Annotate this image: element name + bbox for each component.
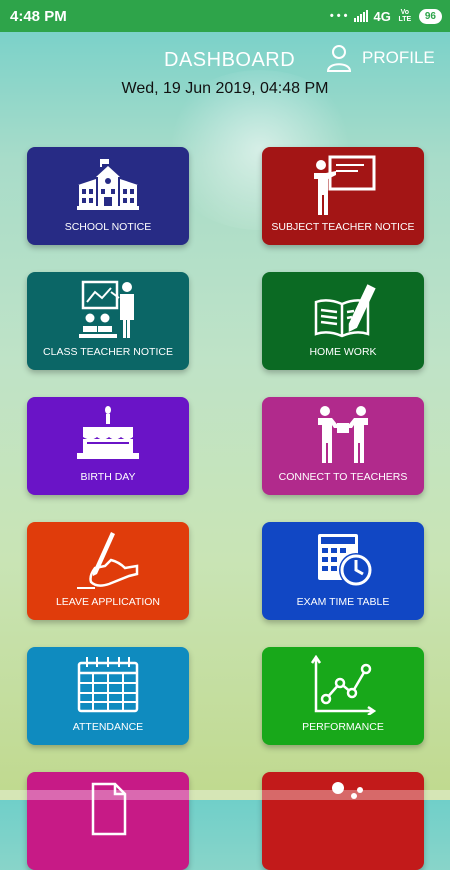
- tile-label: ATTENDANCE: [72, 721, 144, 733]
- person-icon: [332, 782, 363, 799]
- handshake-people-icon: [318, 406, 368, 463]
- school-icon: [77, 159, 139, 210]
- class-presentation-icon: [79, 280, 134, 338]
- user-icon: [326, 45, 352, 72]
- writing-hand-icon: [77, 532, 139, 589]
- current-datetime: Wed, 19 Jun 2019, 04:48 PM: [121, 80, 329, 97]
- tile-school-notice[interactable]: SCHOOL NOTICE: [27, 147, 189, 245]
- tile-exam-time-table[interactable]: EXAM TIME TABLE: [262, 522, 424, 620]
- tile-birth-day[interactable]: BIRTH DAY: [27, 397, 189, 495]
- tile-document[interactable]: [27, 772, 189, 870]
- calendar-icon: [77, 657, 139, 713]
- page-title: DASHBOARD: [164, 49, 296, 71]
- tile-label: PERFORMANCE: [302, 721, 384, 733]
- document-icon: [91, 782, 127, 836]
- volte-indicator: Vo LTE: [398, 9, 412, 23]
- tile-label: BIRTH DAY: [80, 471, 136, 483]
- status-time: 4:48 PM: [10, 7, 67, 25]
- tile-leave-application[interactable]: LEAVE APPLICATION: [27, 522, 189, 620]
- tile-connect-to-teachers[interactable]: CONNECT TO TEACHERS: [262, 397, 424, 495]
- status-dots: • • •: [329, 10, 348, 22]
- profile-button[interactable]: PROFILE: [326, 44, 435, 72]
- tile-person[interactable]: [262, 772, 424, 870]
- battery-icon: 96: [418, 8, 442, 24]
- bottom-overlay: [0, 790, 450, 800]
- tile-label: EXAM TIME TABLE: [296, 596, 390, 608]
- tile-home-work[interactable]: HOME WORK: [262, 272, 424, 370]
- status-indicators: • • • 4G Vo LTE 96: [329, 8, 442, 24]
- tile-attendance[interactable]: ATTENDANCE: [27, 647, 189, 745]
- teacher-board-icon: [314, 155, 376, 215]
- tile-subject-teacher-notice[interactable]: SUBJECT TEACHER NOTICE: [262, 147, 424, 245]
- tile-label: HOME WORK: [309, 346, 377, 358]
- book-pencil-icon: [314, 284, 376, 338]
- tile-class-teacher-notice[interactable]: CLASS TEACHER NOTICE: [27, 272, 189, 370]
- network-type: 4G: [373, 8, 391, 24]
- line-chart-icon: [310, 655, 376, 715]
- tile-label: CONNECT TO TEACHERS: [278, 471, 408, 483]
- tile-label: CLASS TEACHER NOTICE: [43, 346, 173, 358]
- profile-label: PROFILE: [362, 48, 435, 67]
- tile-label: SUBJECT TEACHER NOTICE: [271, 221, 415, 233]
- calendar-clock-icon: [318, 534, 373, 587]
- birthday-cake-icon: [77, 406, 139, 459]
- tile-label: LEAVE APPLICATION: [55, 596, 161, 608]
- signal-icon: [353, 10, 368, 22]
- tile-label: SCHOOL NOTICE: [64, 221, 152, 233]
- tile-performance[interactable]: PERFORMANCE: [262, 647, 424, 745]
- status-bar: 4:48 PM • • • 4G Vo LTE 96: [0, 0, 450, 32]
